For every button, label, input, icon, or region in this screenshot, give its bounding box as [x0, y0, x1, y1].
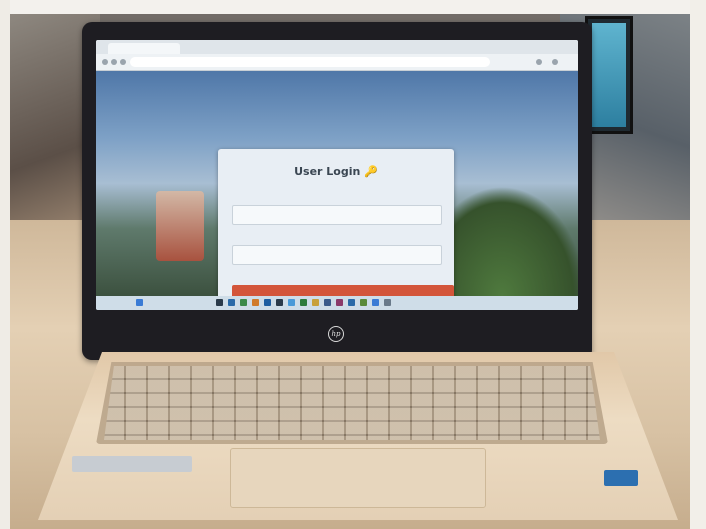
label-sticker: [72, 456, 192, 472]
taskbar-app-icon[interactable]: [252, 299, 259, 306]
browser-tab-strip: [96, 40, 578, 54]
hp-logo: hp: [328, 326, 344, 342]
page-background-image: User Login 🔑: [96, 71, 578, 310]
menu-icon[interactable]: [552, 59, 558, 65]
background-monitor: [585, 16, 633, 134]
taskbar-app-icon[interactable]: [300, 299, 307, 306]
taskbar-app-icon[interactable]: [372, 299, 379, 306]
taskbar-app-icon[interactable]: [288, 299, 295, 306]
profile-icon[interactable]: [536, 59, 542, 65]
photo-border-top: [0, 0, 706, 14]
login-title: User Login 🔑: [218, 165, 454, 178]
taskbar-app-icon[interactable]: [264, 299, 271, 306]
touchpad: [230, 448, 486, 508]
photo-border-left: [0, 0, 10, 529]
taskbar-app-icon[interactable]: [360, 299, 367, 306]
photo: User Login 🔑 hp: [0, 0, 706, 529]
address-bar[interactable]: [130, 57, 490, 67]
processor-sticker: [604, 470, 638, 486]
bus-image: [156, 191, 204, 261]
taskbar-app-icon[interactable]: [384, 299, 391, 306]
forward-icon[interactable]: [111, 59, 117, 65]
laptop-lid: User Login 🔑 hp: [82, 22, 592, 360]
photo-border-right: [690, 0, 706, 529]
browser-toolbar: [96, 54, 578, 71]
hills-image: [446, 186, 578, 296]
login-card: User Login 🔑: [218, 149, 454, 310]
taskbar-app-icon[interactable]: [348, 299, 355, 306]
username-field[interactable]: [232, 205, 442, 225]
taskbar-app-icon[interactable]: [276, 299, 283, 306]
taskbar-app-icon[interactable]: [216, 299, 223, 306]
key-icon: 🔑: [364, 165, 378, 178]
taskbar-app-icon[interactable]: [324, 299, 331, 306]
start-icon[interactable]: [136, 299, 143, 306]
browser-tab[interactable]: [108, 43, 180, 54]
login-title-text: User Login: [294, 165, 361, 178]
taskbar-app-icon[interactable]: [228, 299, 235, 306]
laptop-screen: User Login 🔑: [96, 40, 578, 310]
password-field[interactable]: [232, 245, 442, 265]
reload-icon[interactable]: [120, 59, 126, 65]
keyboard-keys: [104, 366, 600, 440]
taskbar-app-icon[interactable]: [240, 299, 247, 306]
back-icon[interactable]: [102, 59, 108, 65]
taskbar: [96, 296, 578, 310]
taskbar-app-icon[interactable]: [312, 299, 319, 306]
taskbar-app-icon[interactable]: [336, 299, 343, 306]
background-monitor-screen: [592, 23, 626, 127]
